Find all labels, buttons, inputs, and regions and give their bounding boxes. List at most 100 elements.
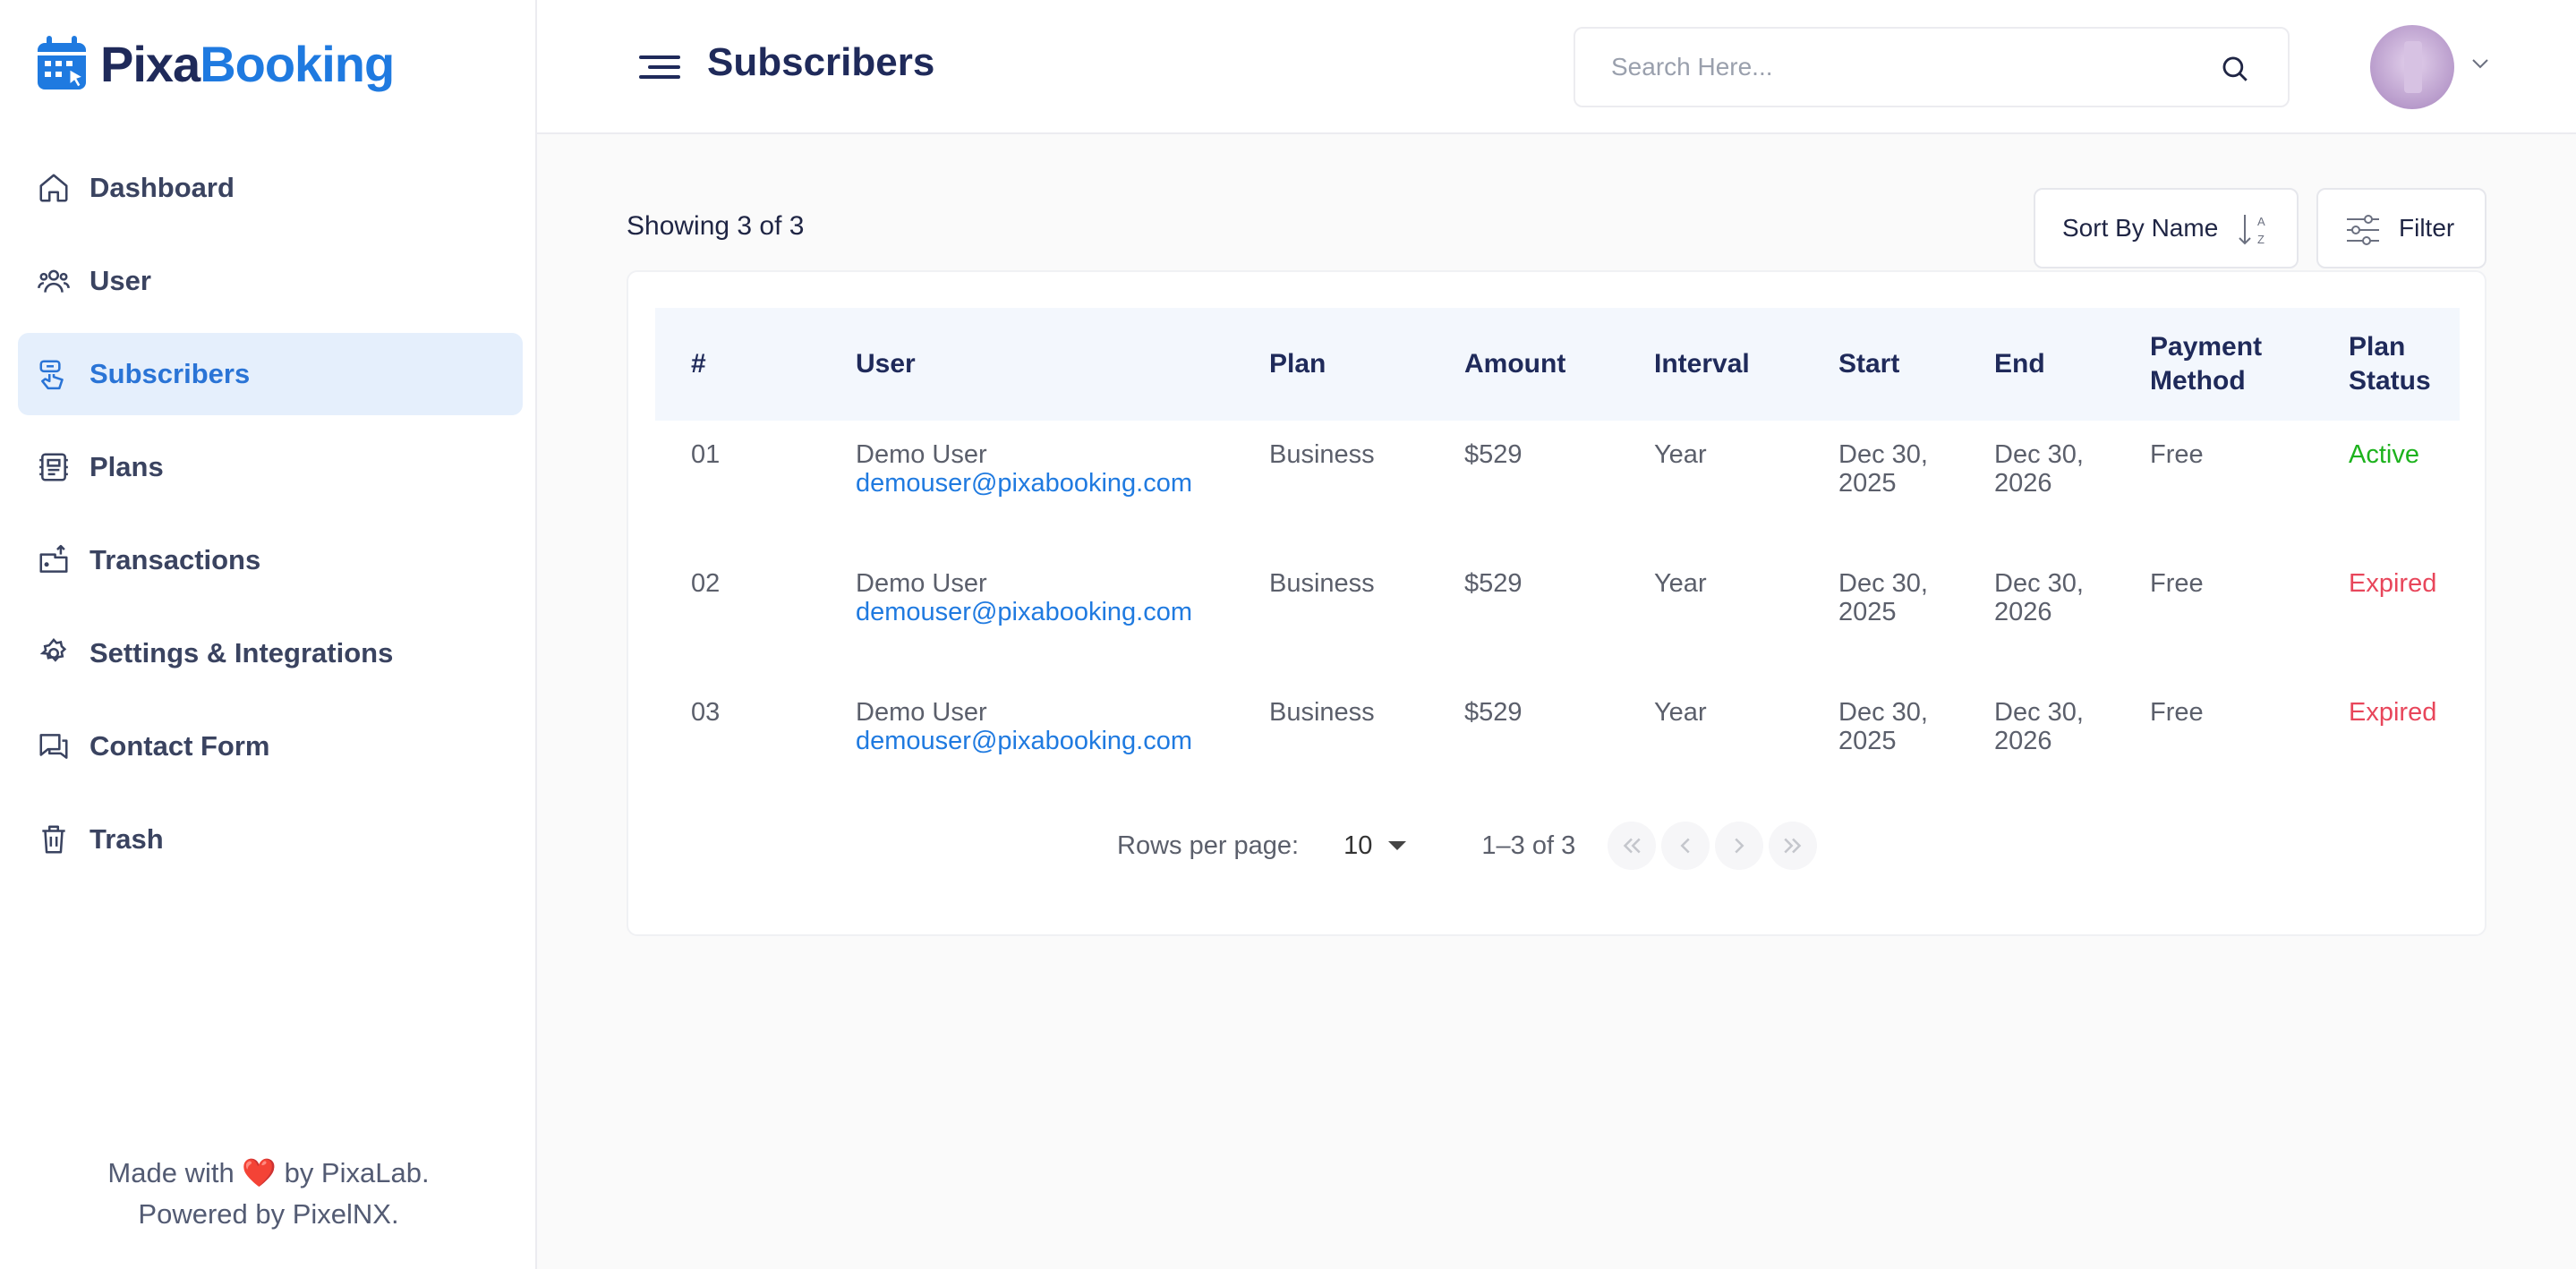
sort-button-label: Sort By Name bbox=[2062, 214, 2219, 242]
next-page-button[interactable] bbox=[1715, 822, 1764, 870]
row-start: Dec 30, 2025 bbox=[1838, 569, 1928, 626]
chevron-down-icon[interactable] bbox=[2470, 57, 2490, 70]
row-end: Dec 30, 2026 bbox=[1994, 440, 2084, 498]
table-row[interactable]: 02 Demo User demouser@pixabooking.com Bus… bbox=[655, 549, 2460, 678]
rows-per-page-value: 10 bbox=[1343, 830, 1373, 860]
row-plan: Business bbox=[1269, 569, 1375, 598]
user-email-link[interactable]: demouser@pixabooking.com bbox=[856, 598, 1233, 626]
plans-icon bbox=[34, 447, 73, 487]
rows-per-page-label: Rows per page: bbox=[1117, 830, 1300, 860]
table-row[interactable]: 03 Demo User demouser@pixabooking.com Bus… bbox=[655, 678, 2460, 807]
status-badge: Active bbox=[2349, 440, 2419, 469]
sidebar-item-label: Trash bbox=[90, 823, 164, 855]
status-badge: Expired bbox=[2349, 698, 2437, 727]
sidebar-item-dashboard[interactable]: Dashboard bbox=[18, 147, 523, 229]
chevron-left-icon bbox=[1680, 838, 1690, 854]
menu-toggle-icon[interactable] bbox=[639, 50, 680, 84]
row-payment-method: Free bbox=[2150, 440, 2204, 469]
row-end: Dec 30, 2026 bbox=[1994, 698, 2084, 755]
row-plan: Business bbox=[1269, 440, 1375, 469]
gear-icon bbox=[34, 634, 73, 673]
sidebar-item-label: User bbox=[90, 265, 151, 296]
sidebar: PixaBooking Dashboard User Subscribers P… bbox=[0, 0, 537, 1269]
dropdown-caret-icon bbox=[1388, 841, 1407, 850]
last-page-button[interactable] bbox=[1769, 822, 1818, 870]
sidebar-item-contact-form[interactable]: Contact Form bbox=[18, 705, 523, 788]
footer-powered-by: Powered by PixelNX. bbox=[138, 1198, 399, 1230]
row-user: Demo User demouser@pixabooking.com bbox=[820, 549, 1233, 678]
row-start: Dec 30, 2025 bbox=[1838, 698, 1928, 755]
pagination: Rows per page: 10 1–3 of 3 bbox=[1117, 822, 1818, 870]
sidebar-item-label: Subscribers bbox=[90, 358, 251, 389]
rows-per-page-select[interactable]: 10 bbox=[1343, 830, 1407, 861]
sort-az-icon: A Z bbox=[2239, 215, 2265, 246]
filter-button-label: Filter bbox=[2399, 214, 2455, 242]
table-row[interactable]: 01 Demo User demouser@pixabooking.com Bus… bbox=[655, 421, 2460, 549]
row-payment-method: Free bbox=[2150, 569, 2204, 598]
row-amount: $529 bbox=[1464, 698, 1523, 727]
row-number: 01 bbox=[691, 440, 721, 469]
table-header-row: # User Plan Amount Interval Start End Pa… bbox=[655, 308, 2460, 421]
user-email-link[interactable]: demouser@pixabooking.com bbox=[856, 469, 1233, 498]
page-title: Subscribers bbox=[707, 40, 935, 84]
column-header-plan: Plan bbox=[1269, 349, 1326, 379]
user-name: Demo User bbox=[856, 440, 987, 469]
column-header-user: User bbox=[856, 349, 916, 379]
chevron-right-icon bbox=[1735, 838, 1744, 854]
column-header-plan-status: Plan Status bbox=[2349, 332, 2431, 396]
column-header-payment-method: Payment Method bbox=[2150, 332, 2263, 396]
results-count: Showing 3 of 3 bbox=[627, 211, 805, 241]
user-email-link[interactable]: demouser@pixabooking.com bbox=[856, 727, 1233, 755]
search-input[interactable] bbox=[1575, 53, 2184, 81]
page-range: 1–3 of 3 bbox=[1481, 830, 1576, 860]
sidebar-footer: Made with ❤️ by PixaLab. Powered by Pixe… bbox=[0, 1153, 537, 1235]
row-end: Dec 30, 2026 bbox=[1994, 569, 2084, 626]
sidebar-item-user[interactable]: User bbox=[18, 240, 523, 322]
column-header-number: # bbox=[691, 349, 706, 379]
footer-made-with: Made with ❤️ by PixaLab. bbox=[107, 1157, 430, 1188]
brand-name: PixaBooking bbox=[100, 35, 395, 92]
avatar[interactable] bbox=[2370, 25, 2454, 109]
row-start: Dec 30, 2025 bbox=[1838, 440, 1928, 498]
svg-text:A: A bbox=[2257, 215, 2265, 228]
sort-by-name-button[interactable]: Sort By Name A Z bbox=[2034, 188, 2299, 268]
row-user: Demo User demouser@pixabooking.com bbox=[820, 421, 1233, 549]
row-amount: $529 bbox=[1464, 569, 1523, 598]
row-interval: Year bbox=[1654, 440, 1707, 469]
brand-logo[interactable]: PixaBooking bbox=[34, 34, 395, 93]
calendar-logo-icon bbox=[38, 36, 86, 89]
double-chevron-right-icon bbox=[1784, 838, 1802, 854]
top-header: Subscribers bbox=[537, 0, 2576, 134]
sidebar-item-plans[interactable]: Plans bbox=[18, 426, 523, 508]
first-page-button[interactable] bbox=[1608, 822, 1657, 870]
filter-button[interactable]: Filter bbox=[2316, 188, 2486, 268]
sidebar-item-label: Dashboard bbox=[90, 172, 235, 203]
sidebar-item-label: Plans bbox=[90, 451, 164, 482]
search-box bbox=[1574, 27, 2290, 107]
row-payment-method: Free bbox=[2150, 698, 2204, 727]
sliders-icon bbox=[2347, 215, 2379, 245]
subscribers-table-card: # User Plan Amount Interval Start End Pa… bbox=[627, 270, 2486, 936]
status-badge: Expired bbox=[2349, 569, 2437, 598]
sidebar-item-trash[interactable]: Trash bbox=[18, 798, 523, 881]
user-name: Demo User bbox=[856, 698, 987, 727]
user-name: Demo User bbox=[856, 569, 987, 598]
sidebar-item-label: Contact Form bbox=[90, 730, 270, 762]
trash-icon bbox=[34, 820, 73, 859]
svg-text:Z: Z bbox=[2257, 233, 2265, 246]
chat-icon bbox=[34, 727, 73, 766]
column-header-amount: Amount bbox=[1464, 349, 1566, 379]
previous-page-button[interactable] bbox=[1661, 822, 1710, 870]
page-buttons bbox=[1608, 822, 1818, 870]
subscribers-table: # User Plan Amount Interval Start End Pa… bbox=[655, 308, 2460, 807]
transactions-icon bbox=[34, 541, 73, 580]
column-header-end: End bbox=[1994, 349, 2045, 379]
heart-icon: ❤️ bbox=[242, 1157, 277, 1188]
row-user: Demo User demouser@pixabooking.com bbox=[820, 678, 1233, 807]
column-header-interval: Interval bbox=[1654, 349, 1750, 379]
sidebar-item-transactions[interactable]: Transactions bbox=[18, 519, 523, 601]
sidebar-item-settings[interactable]: Settings & Integrations bbox=[18, 612, 523, 694]
search-icon[interactable] bbox=[2220, 54, 2250, 84]
sidebar-item-subscribers[interactable]: Subscribers bbox=[18, 333, 523, 415]
double-chevron-left-icon bbox=[1623, 838, 1641, 854]
